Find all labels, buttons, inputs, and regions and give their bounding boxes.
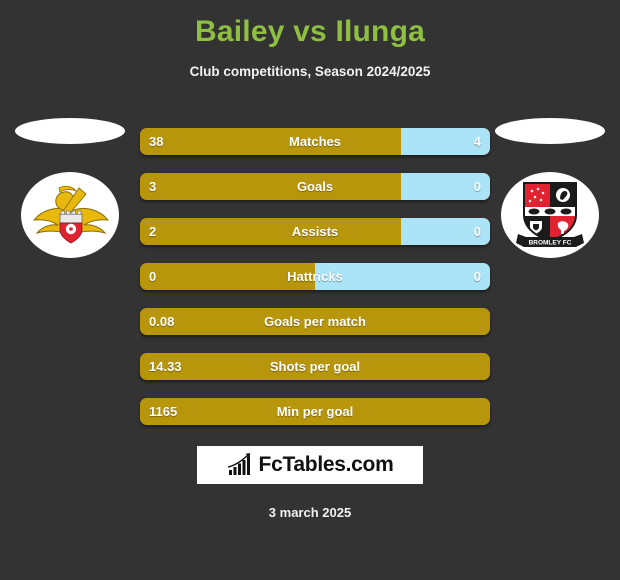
stat-row: 14.33 Shots per goal [140,353,490,380]
stat-row: 0.08 Goals per match [140,308,490,335]
report-date: 3 march 2025 [268,505,352,520]
stats-bar-list: 38 Matches 4 3 Goals 0 2 Assists 0 0 Hattricks 0 0.0… [140,128,490,443]
stat-row: 2 Assists 0 [140,218,490,245]
away-team-panel: BROMLEY FC [495,118,605,258]
badge-banner-text: BROMLEY FC [529,240,572,247]
bar-chart-growth-icon [227,453,250,475]
stat-label: Goals per match [264,314,366,329]
away-club-badge[interactable]: BROMLEY FC [501,172,599,258]
stat-away-value: 0 [473,269,481,284]
stat-row: 1165 Min per goal [140,398,490,425]
stat-label: Shots per goal [269,359,361,374]
home-club-badge[interactable] [21,172,119,258]
fctables-logo[interactable]: FcTables.com [197,446,423,484]
stat-row: 38 Matches 4 [140,128,490,155]
page-title: Bailey vs Ilunga [195,15,425,48]
doncaster-rovers-badge-icon [32,185,110,244]
stat-label: Hattricks [287,269,343,284]
stat-row: 3 Goals 0 [140,173,490,200]
bromley-fc-badge-icon: BROMLEY FC [516,182,584,247]
stat-label: Matches [288,134,342,149]
stat-label: Assists [291,224,339,239]
away-player-photo [495,118,605,144]
stat-comparison-page: Bailey vs Ilunga Club competitions, Seas… [0,0,620,580]
home-player-photo [15,118,125,144]
page-subtitle: Club competitions, Season 2024/2025 [189,64,431,79]
fctables-logo-text: FcTables.com [258,453,394,476]
stat-away-value: 4 [473,134,481,149]
stat-away-value: 0 [473,179,481,194]
home-team-panel [15,118,125,258]
stat-label: Goals [296,179,334,194]
stat-label: Min per goal [276,404,354,419]
stat-away-value: 0 [473,224,481,239]
stat-row: 0 Hattricks 0 [140,263,490,290]
